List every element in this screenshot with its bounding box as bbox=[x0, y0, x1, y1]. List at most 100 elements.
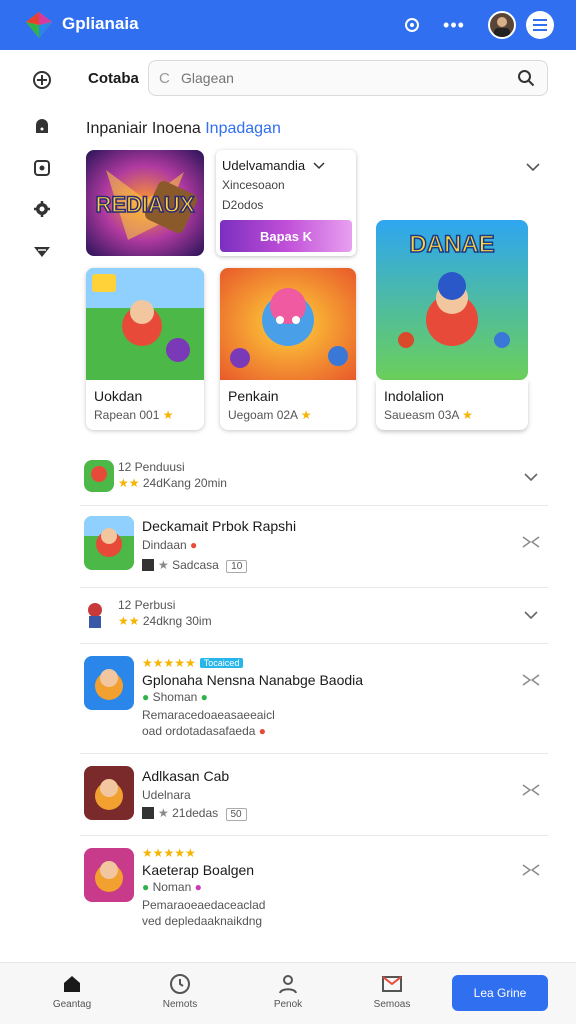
list-item-line-2: Remaracedoaeasaeeaicl bbox=[142, 708, 275, 722]
list-item-line-2: ★★ 24dkng 30im bbox=[118, 614, 212, 628]
list-item-line-2: ★ Sadcasa 10 bbox=[142, 558, 248, 573]
featured-expand-chevron-icon[interactable] bbox=[524, 158, 542, 176]
hero-art-text: REDIAUX bbox=[95, 192, 194, 217]
rail-settings-button[interactable] bbox=[30, 197, 54, 221]
refresh-icon bbox=[405, 18, 419, 32]
list-item-line-3: ved depledaaknaikdng bbox=[142, 914, 263, 928]
nav-profile-label: Penok bbox=[273, 999, 303, 1010]
app-title: Gplianaia bbox=[62, 14, 139, 33]
rail-lock-button[interactable] bbox=[30, 114, 54, 138]
game-tile[interactable]: Penkain Uegoam 02A ★ bbox=[220, 268, 356, 430]
clock-icon bbox=[170, 974, 190, 994]
nav-home[interactable]: Geantag bbox=[40, 973, 104, 1010]
collapse-icon[interactable] bbox=[520, 534, 542, 550]
list-item-title: Kaeterap Boalgen bbox=[142, 862, 255, 878]
more-options-button[interactable]: ••• bbox=[440, 10, 468, 40]
dropdown-line-2: D2odos bbox=[222, 198, 264, 212]
nav-messages[interactable]: Semoas bbox=[360, 973, 424, 1010]
list-item-title: Adlkasan Cab bbox=[142, 768, 230, 784]
star-rating-icon: ★★★★★ bbox=[142, 656, 196, 670]
user-avatar[interactable] bbox=[488, 11, 516, 39]
menu-button[interactable] bbox=[526, 11, 554, 39]
game-tile-art bbox=[220, 268, 356, 380]
badge-dot-icon: ● bbox=[190, 538, 198, 552]
featured-hero-card[interactable]: REDIAUX bbox=[86, 150, 204, 256]
list-item-thumb bbox=[84, 460, 114, 492]
collapse-icon[interactable] bbox=[520, 862, 542, 878]
list-item-line-3: oad ordotadasafaeda ● bbox=[142, 724, 267, 738]
heading-link[interactable]: Inpadagan bbox=[205, 120, 281, 137]
star-icon: ★ bbox=[162, 408, 174, 422]
more-dots-icon: ••• bbox=[443, 14, 465, 35]
star-icon: ★ bbox=[300, 408, 312, 422]
chevron-down-icon[interactable] bbox=[520, 470, 542, 486]
list-item[interactable]: Adlkasan Cab Udelnara ★ 21dedas 50 bbox=[80, 754, 548, 836]
mail-icon bbox=[382, 976, 402, 992]
featured-tall-art: DANAE bbox=[376, 220, 528, 380]
list-item-line-2: ★★ 24dKang 20min bbox=[118, 476, 227, 490]
nav-profile[interactable]: Penok bbox=[256, 973, 320, 1010]
count-tag: 10 bbox=[226, 560, 248, 573]
top-app-bar: Gplianaia ••• bbox=[0, 0, 576, 50]
section-heading: Inpaniair Inoena Inpadagan bbox=[86, 120, 281, 138]
heading-main: Inpaniair Inoena bbox=[86, 120, 201, 137]
list-item-thumb bbox=[84, 848, 134, 902]
chevron-down-icon bbox=[313, 162, 325, 170]
app-logo-icon bbox=[26, 12, 52, 38]
search-icon[interactable] bbox=[517, 69, 535, 87]
list-item-thumb bbox=[84, 516, 134, 570]
star-rating-icon: ★★★★★ bbox=[142, 846, 196, 860]
puzzle-icon bbox=[34, 160, 50, 176]
person-icon bbox=[279, 975, 297, 994]
list-item-thumb bbox=[84, 598, 106, 630]
avatar-portrait-icon bbox=[494, 17, 510, 37]
chevron-down-icon[interactable] bbox=[520, 608, 542, 624]
list-item-line-1: ● Shoman ● bbox=[142, 690, 208, 704]
featured-tall-card[interactable]: DANAE bbox=[376, 220, 528, 380]
game-tile-name: Penkain bbox=[228, 388, 279, 404]
list-item[interactable]: ★★★★★ Tocaiced Gplonaha Nensna Nanabge Ba… bbox=[80, 644, 548, 754]
search-bar[interactable]: C bbox=[148, 60, 548, 96]
count-tag: 50 bbox=[225, 808, 247, 821]
gear-icon bbox=[34, 201, 50, 217]
nav-messages-label: Semoas bbox=[373, 999, 411, 1010]
left-rail bbox=[0, 52, 80, 962]
collapse-icon[interactable] bbox=[520, 782, 542, 798]
rail-add-button[interactable] bbox=[30, 68, 54, 92]
list-item-line-1: ● Noman ● bbox=[142, 880, 202, 894]
hamburger-icon bbox=[533, 19, 547, 31]
nav-history[interactable]: Nemots bbox=[148, 973, 212, 1010]
list-item[interactable]: Deckamait Prbok Rapshi Dindaan ● ★ Sadca… bbox=[80, 506, 548, 588]
primary-cta-button[interactable]: Lea Grine bbox=[452, 975, 548, 1011]
rail-shield-button[interactable] bbox=[30, 239, 54, 263]
game-tile-name: Indolalion bbox=[384, 388, 444, 404]
game-tile-meta: Rapean 001 ★ bbox=[94, 408, 174, 422]
list-item-line-1: 12 Penduusi bbox=[118, 460, 185, 474]
add-circle-icon bbox=[33, 71, 51, 89]
dropdown-title: Udelvamandia bbox=[222, 158, 325, 173]
list-item-line-1: Dindaan ● bbox=[142, 538, 198, 552]
list-item[interactable]: ★★★★★ Kaeterap Boalgen ● Noman ● Pemarao… bbox=[80, 836, 548, 940]
tall-art-text: DANAE bbox=[409, 231, 494, 258]
list-item-title: Deckamait Prbok Rapshi bbox=[142, 518, 297, 534]
list-item-title: Gplonaha Nensna Nanabge Baodia bbox=[142, 672, 364, 688]
search-lead-icon: C bbox=[159, 70, 170, 87]
refresh-button[interactable] bbox=[396, 10, 428, 40]
bottom-nav-bar: Geantag Nemots Penok Semoas Lea Grine bbox=[0, 962, 576, 1024]
shield-down-icon bbox=[34, 247, 50, 257]
list-item-thumb bbox=[84, 656, 134, 710]
game-tile[interactable]: Indolalion Saueasm 03A ★ bbox=[376, 380, 528, 430]
nav-home-label: Geantag bbox=[52, 999, 92, 1010]
game-tile[interactable]: Uokdan Rapean 001 ★ bbox=[86, 268, 204, 430]
dropdown-line-1: Xincesoaon bbox=[222, 178, 285, 192]
dropdown-banner[interactable]: Bapas K bbox=[220, 220, 352, 252]
search-input[interactable] bbox=[149, 61, 547, 95]
list-item[interactable]: 12 Perbusi ★★ 24dkng 30im bbox=[80, 588, 548, 644]
list-item-line-2: ★ 21dedas 50 bbox=[142, 806, 247, 821]
list-item-rating: ★★★★★ Tocaiced bbox=[142, 656, 244, 670]
featured-dropdown-card[interactable]: Udelvamandia Xincesoaon D2odos Bapas K bbox=[216, 150, 356, 256]
rail-puzzle-button[interactable] bbox=[30, 156, 54, 180]
collapse-icon[interactable] bbox=[520, 672, 542, 688]
game-tile-meta: Saueasm 03A ★ bbox=[384, 408, 473, 422]
list-item[interactable]: 12 Penduusi ★★ 24dKang 20min bbox=[80, 450, 548, 506]
